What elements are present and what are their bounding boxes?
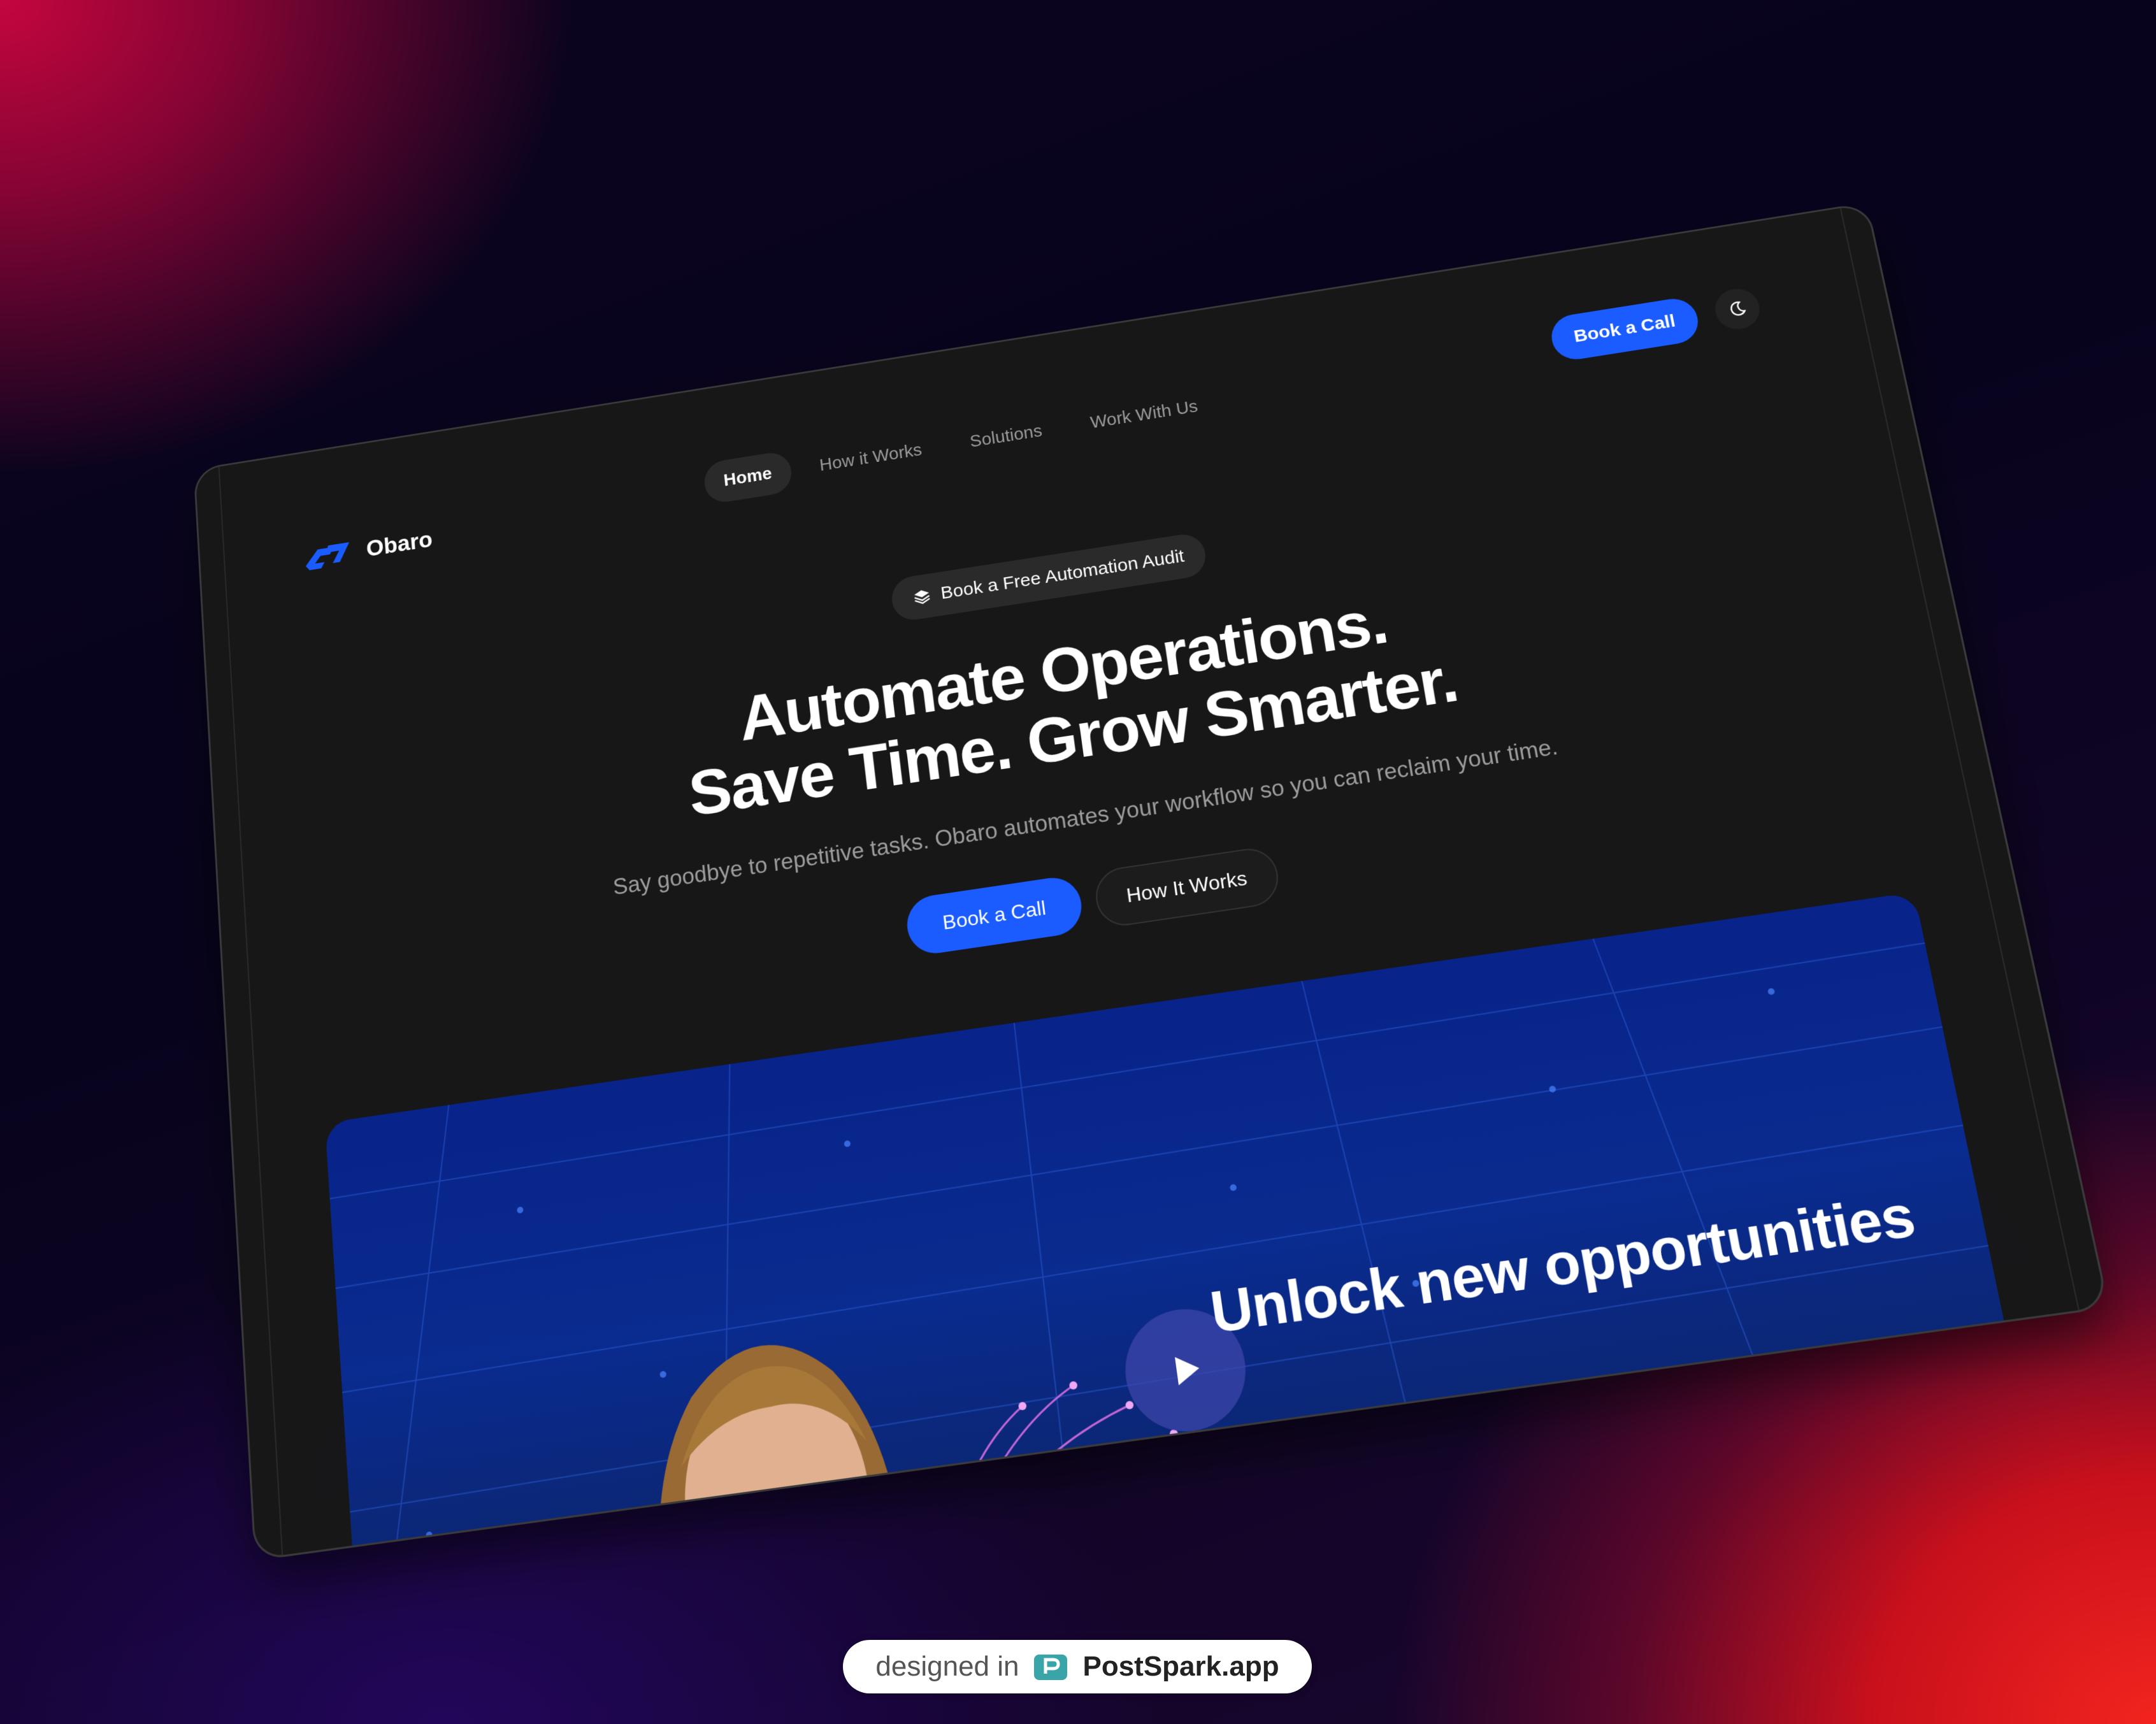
postspark-brand: PostSpark.app bbox=[1082, 1651, 1279, 1682]
nav-item-work-with-us[interactable]: Work With Us bbox=[1068, 383, 1221, 447]
brand-name: Obaro bbox=[365, 527, 433, 562]
nav-item-home[interactable]: Home bbox=[702, 450, 794, 505]
theme-toggle-button[interactable] bbox=[1711, 285, 1764, 333]
audit-badge-label: Book a Free Automation Audit bbox=[939, 546, 1186, 603]
brand-logo[interactable]: Obaro bbox=[299, 524, 433, 576]
audit-badge[interactable]: Book a Free Automation Audit bbox=[889, 531, 1209, 623]
designed-in-prefix: designed in bbox=[875, 1651, 1019, 1682]
main-nav: Home How it Works Solutions Work With Us bbox=[702, 383, 1221, 505]
moon-icon bbox=[1727, 299, 1749, 319]
nav-item-solutions[interactable]: Solutions bbox=[948, 407, 1064, 466]
obaro-logo-icon bbox=[305, 542, 351, 571]
postspark-icon bbox=[1034, 1655, 1068, 1680]
nav-item-how-it-works[interactable]: How it Works bbox=[798, 426, 944, 490]
designed-in-badge[interactable]: designed in PostSpark.app bbox=[843, 1640, 1312, 1693]
presenter-image bbox=[641, 1329, 914, 1559]
layers-icon bbox=[912, 589, 932, 607]
play-icon bbox=[1174, 1354, 1202, 1386]
website-mockup: Obaro Home How it Works Solutions Work W… bbox=[195, 204, 2108, 1559]
header-book-call-button[interactable]: Book a Call bbox=[1548, 295, 1702, 363]
